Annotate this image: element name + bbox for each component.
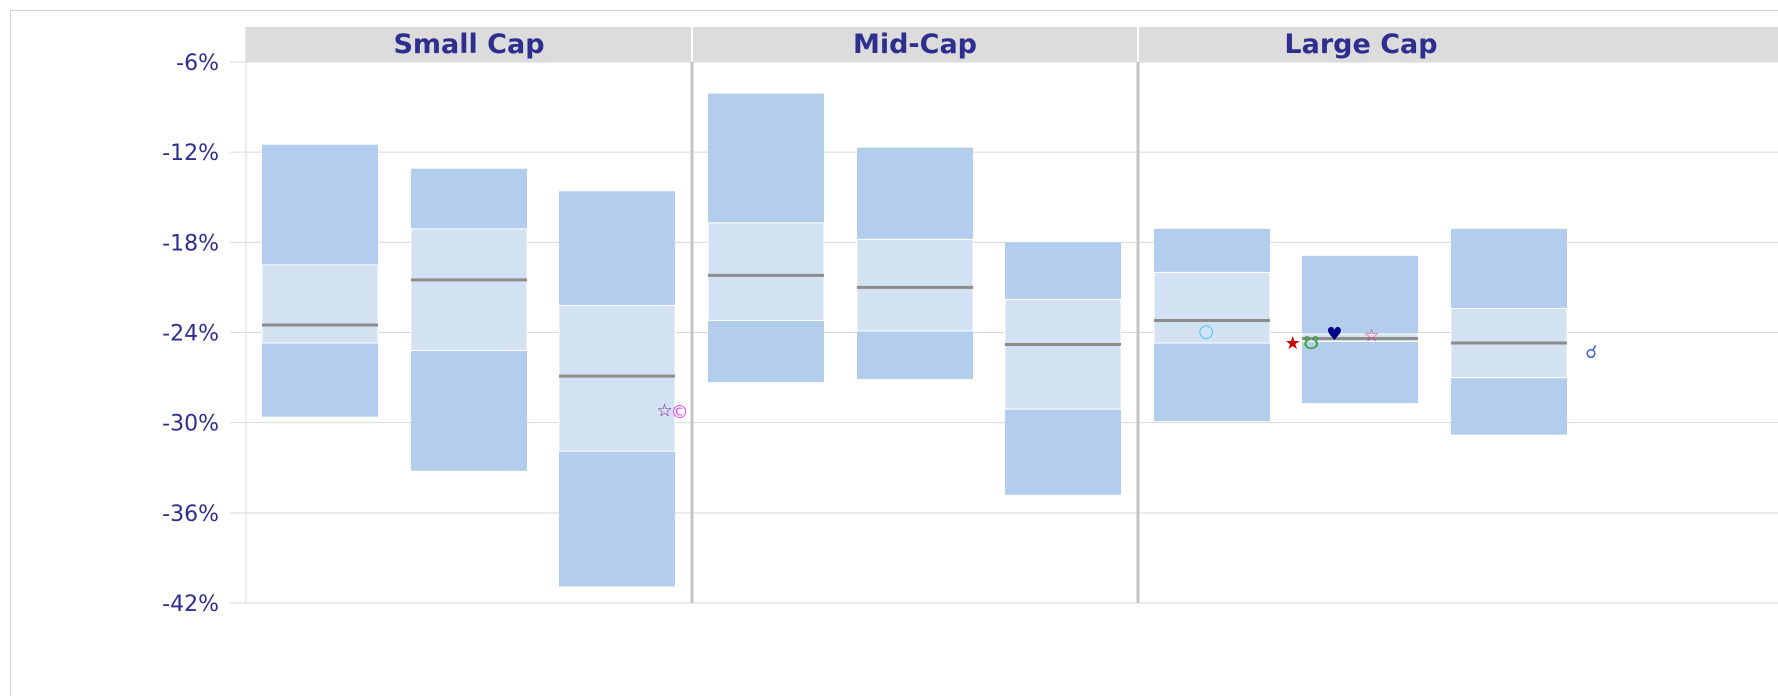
box-group	[1450, 228, 1568, 435]
box-group	[410, 168, 528, 471]
red-star-marker: ★	[1285, 333, 1301, 354]
inner-band	[1004, 298, 1122, 410]
panel-header	[1138, 27, 1778, 62]
outer-band	[1302, 255, 1418, 404]
inner-band	[558, 304, 676, 452]
box-group	[261, 144, 379, 417]
box-group	[1301, 255, 1419, 404]
panel-title: Mid-Cap	[853, 29, 977, 60]
inner-band	[856, 238, 974, 332]
y-tick-label: -30%	[162, 412, 219, 437]
circle-marker: ○	[1198, 321, 1214, 342]
panel-title: Small Cap	[393, 29, 544, 60]
copyright-marker: ©	[671, 402, 689, 423]
pink-star-marker: ☆	[1364, 326, 1380, 347]
y-tick-label: -12%	[162, 141, 219, 166]
inner-band	[261, 264, 379, 344]
box-group	[856, 147, 974, 380]
y-tick-label: -24%	[162, 322, 219, 347]
box-group	[558, 191, 676, 587]
y-tick-label: -6%	[176, 51, 219, 76]
blue-symbol-marker: ☌	[1585, 342, 1597, 363]
green-symbol-marker: ☋	[1303, 333, 1319, 354]
box-chart: -6% -12% -18% -24% -30% -36% -42% Small Cap Mid-…	[162, 27, 1778, 617]
y-tick-label: -18%	[162, 231, 219, 256]
inner-band	[707, 222, 825, 321]
panel-title: Large Cap	[1284, 29, 1437, 60]
inner-band	[410, 228, 528, 352]
y-tick-label: -36%	[162, 502, 219, 527]
y-tick-label: -42%	[162, 592, 219, 617]
box-group	[1004, 242, 1122, 495]
heart-marker: ♥	[1326, 324, 1342, 345]
box-group	[707, 93, 825, 383]
